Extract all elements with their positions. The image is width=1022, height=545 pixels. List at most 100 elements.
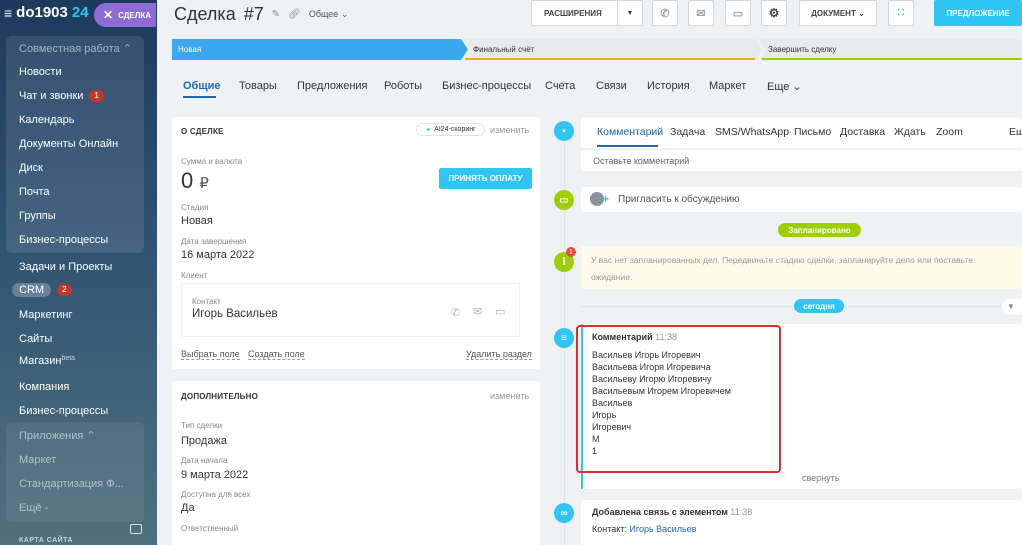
chevron-up-icon: ⌃ <box>122 43 132 55</box>
additional-panel: ДОПОЛНИТЕЛЬНО изменить Тип сделки Продаж… <box>172 381 540 545</box>
tab-market[interactable]: Маркет <box>709 80 746 92</box>
tab-bp[interactable]: Бизнес-процессы <box>442 80 531 92</box>
extensions-dropdown[interactable]: ▼ <box>617 0 643 26</box>
deal-type-value[interactable]: Продажа <box>181 435 227 447</box>
sidebar-item-marketing[interactable]: Маркетинг <box>19 309 72 321</box>
highlight-box <box>576 325 781 473</box>
composer-tab-zoom[interactable]: Zoom <box>936 126 963 138</box>
composer-tab-delivery[interactable]: Доставка <box>840 126 885 138</box>
document-button[interactable]: ДОКУМЕНТ ⌄ <box>799 0 877 26</box>
field-label: Контакт <box>192 297 221 306</box>
sitemap-link[interactable]: КАРТА САЙТА <box>19 537 73 544</box>
sidebar-item-label: Чат и звонки <box>19 90 84 102</box>
printer-icon[interactable] <box>130 524 142 534</box>
counter-badge: 2 <box>57 284 72 296</box>
chevron-down-icon: ⌄ <box>858 8 865 18</box>
link-title-text: Добавлена связь с элементом <box>592 507 728 517</box>
mail-icon[interactable]: ✉ <box>688 0 714 26</box>
pencil-icon[interactable]: ✎ <box>272 9 280 20</box>
sidebar-item-groups[interactable]: Группы <box>19 210 56 222</box>
contact-name[interactable]: Игорь Васильев <box>192 308 278 320</box>
delete-section-link[interactable]: Удалить раздел <box>466 349 532 360</box>
link-contact-name[interactable]: Игорь Васильев <box>629 524 696 534</box>
chat-icon[interactable]: ▭ <box>495 305 505 318</box>
tab-links[interactable]: Связи <box>596 80 627 92</box>
discussion-icon: ▭ <box>554 190 574 210</box>
close-date-value[interactable]: 16 марта 2022 <box>181 249 254 261</box>
sidebar-item-chat[interactable]: Чат и звонки 1 <box>19 90 104 102</box>
mail-icon[interactable]: ✉ <box>473 305 482 318</box>
close-deal-slider-button[interactable]: ✕ СДЕЛКА <box>94 3 156 27</box>
chat-icon[interactable]: ▭ <box>725 0 751 26</box>
stage-new-label: Новая <box>178 45 202 54</box>
sidebar-item-label: CRM <box>12 283 52 297</box>
fullscreen-icon[interactable]: ⛶ <box>888 0 914 26</box>
tab-invoices[interactable]: Счета <box>545 80 575 92</box>
tab-proposals[interactable]: Предложения <box>297 80 368 92</box>
gear-icon[interactable]: ⚙ <box>761 0 787 26</box>
sidebar-item-bp[interactable]: Бизнес-процессы <box>19 234 108 246</box>
comment-bubble-icon: ▪ <box>554 121 574 141</box>
portal-suffix: 24 <box>71 4 89 21</box>
category-selector[interactable]: Общее ⌄ <box>309 9 349 20</box>
sidebar-item-shop[interactable]: Магазинbeta <box>19 355 75 367</box>
accept-payment-button[interactable]: ПРИНЯТЬ ОПЛАТУ <box>439 168 532 189</box>
phone-icon[interactable]: ✆ <box>451 306 460 319</box>
tab-products[interactable]: Товары <box>239 80 277 92</box>
composer-tab-task[interactable]: Задача <box>670 126 705 138</box>
filter-icon[interactable]: ▼ <box>1002 299 1022 314</box>
portal-logo[interactable]: ≡ do1903 24 <box>4 4 89 21</box>
invite-row[interactable]: + Пригласить к обсуждению <box>581 187 1022 212</box>
sidebar-item-tasks[interactable]: Задачи и Проекты <box>19 261 112 273</box>
left-sidebar: ≡ do1903 24 Совместная работа ⌃ Новости Ч… <box>0 0 157 545</box>
phone-icon[interactable]: ✆ <box>652 0 678 26</box>
tab-robots[interactable]: Роботы <box>384 80 422 92</box>
stage-shape-new[interactable] <box>172 39 468 60</box>
change-link[interactable]: изменить <box>490 125 529 135</box>
collapse-link[interactable]: свернуть <box>802 473 839 483</box>
tab-general[interactable]: Общие <box>183 80 221 92</box>
composer-active-underline <box>597 145 658 147</box>
composer-tab-email[interactable]: Письмо <box>794 126 831 138</box>
stage-complete-label: Завершить сделку <box>768 45 837 54</box>
composer-tab-more[interactable]: Ещ <box>1009 126 1022 138</box>
start-date-value[interactable]: 9 марта 2022 <box>181 469 248 481</box>
sidebar-item-sites[interactable]: Сайты <box>19 333 52 345</box>
sidebar-item-company[interactable]: Компания <box>19 381 69 393</box>
sidebar-item-standard[interactable]: Стандартизация Ф... <box>19 478 124 490</box>
comment-input[interactable]: Оставьте комментарий <box>581 149 1022 171</box>
available-value[interactable]: Да <box>181 502 195 514</box>
sidebar-item-bp2[interactable]: Бизнес-процессы <box>19 405 108 417</box>
tab-history[interactable]: История <box>647 80 690 92</box>
extensions-label: РАСШИРЕНИЯ <box>544 8 602 18</box>
sidebar-item-news[interactable]: Новости <box>19 66 62 78</box>
amount-number: 0 <box>181 168 194 193</box>
stage-value[interactable]: Новая <box>181 215 213 227</box>
sidebar-item-disk[interactable]: Диск <box>19 162 43 174</box>
select-field-link[interactable]: Выбрать поле <box>181 349 240 360</box>
proposal-button[interactable]: ПРЕДЛОЖЕНИЕ <box>934 0 1022 26</box>
link-card: Добавлена связь с элементом 11:38 Контак… <box>581 500 1022 545</box>
sidebar-item-more[interactable]: Ещё - <box>19 502 48 514</box>
composer-tab-sms[interactable]: SMS/WhatsApp <box>715 126 789 138</box>
menu-icon[interactable]: ≡ <box>4 5 12 21</box>
create-field-link[interactable]: Создать поле <box>248 349 305 360</box>
ai-scoring-badge[interactable]: ✦ AI24-скоринг <box>416 123 485 136</box>
sidebar-item-calendar[interactable]: Календарь <box>19 114 75 126</box>
triangle-down-icon: ▼ <box>626 9 634 17</box>
sidebar-item-crm[interactable]: CRM 2 <box>12 283 72 297</box>
link-icon[interactable]: 🔗︎ <box>288 9 301 20</box>
composer-tab-wait[interactable]: Ждать <box>894 126 926 138</box>
field-label: Клиент <box>181 271 208 280</box>
composer-tab-comment[interactable]: Комментарий <box>597 126 663 138</box>
link-contact: Контакт: Игорь Васильев <box>592 524 696 534</box>
change-link[interactable]: изменить <box>490 391 529 401</box>
group-title-collab[interactable]: Совместная работа ⌃ <box>19 42 132 55</box>
tab-more[interactable]: Еще ⌄ <box>767 80 802 93</box>
group-title-apps[interactable]: Приложения ⌃ <box>19 429 96 442</box>
ai-scoring-label: AI24-скоринг <box>434 126 476 133</box>
sidebar-item-docs[interactable]: Документы Онлайн <box>19 138 118 150</box>
sidebar-item-market[interactable]: Маркет <box>19 454 56 466</box>
plus-icon: + <box>602 192 610 206</box>
sidebar-item-mail[interactable]: Почта <box>19 186 50 198</box>
